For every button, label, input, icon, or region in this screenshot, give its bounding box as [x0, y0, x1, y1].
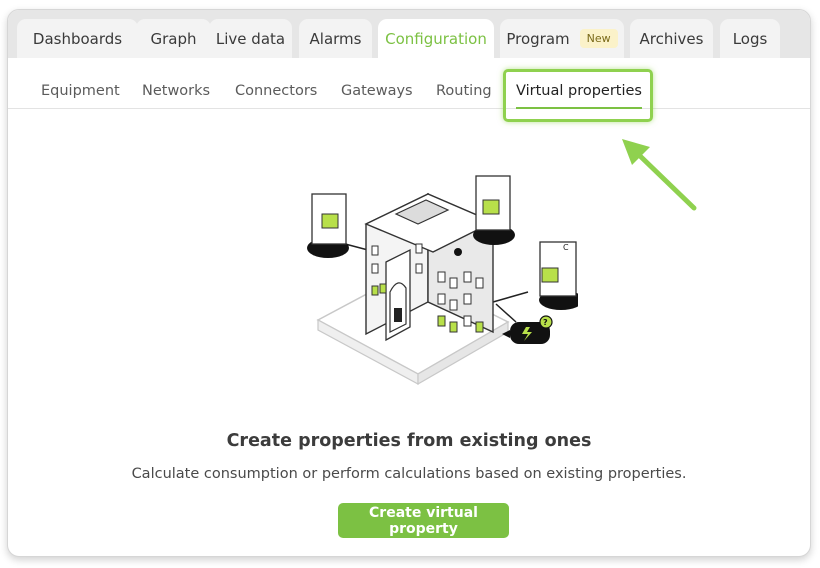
empty-state-description: Calculate consumption or perform calcula… [131, 466, 687, 482]
subtab-equipment[interactable]: Equipment [41, 83, 120, 99]
tab-configuration[interactable]: Configuration [378, 19, 494, 58]
create-virtual-property-button[interactable]: Create virtual property [338, 503, 509, 538]
subtab-gateways[interactable]: Gateways [341, 83, 413, 99]
empty-state-heading: Create properties from existing ones [226, 431, 592, 451]
tab-alarms[interactable]: Alarms [299, 19, 372, 58]
tab-graph[interactable]: Graph [136, 19, 211, 58]
main-tab-bar: Dashboards Graph Live data Alarms Config… [8, 10, 810, 58]
tab-dashboards[interactable]: Dashboards [17, 19, 138, 58]
tab-label: Program [506, 29, 570, 48]
subtab-networks[interactable]: Networks [142, 83, 210, 99]
tab-live-data[interactable]: Live data [209, 19, 292, 58]
subtab-connectors[interactable]: Connectors [235, 83, 317, 99]
bubble-symbol: ? [543, 318, 548, 327]
tab-label: Graph [150, 29, 197, 48]
tab-label: Dashboards [32, 29, 123, 48]
sub-navigation: Equipment Networks Connectors Gateways R… [8, 58, 810, 109]
meter-letter: C [563, 243, 569, 252]
highlight-box [503, 69, 653, 122]
tab-label: Alarms [309, 29, 362, 48]
tab-logs[interactable]: Logs [720, 19, 780, 58]
tab-label: Configuration [385, 29, 487, 48]
tab-archives[interactable]: Archives [630, 19, 713, 58]
tab-label: Logs [732, 29, 768, 48]
tab-label: Archives [639, 29, 704, 48]
tab-program[interactable]: Program New [500, 19, 624, 58]
building-illustration: C ? [307, 175, 578, 386]
subtab-routing[interactable]: Routing [436, 83, 492, 99]
pointer-arrow-icon [622, 139, 697, 211]
new-badge: New [579, 29, 618, 48]
app-window: Dashboards Graph Live data Alarms Config… [7, 9, 811, 557]
tab-label: Live data [215, 29, 286, 48]
